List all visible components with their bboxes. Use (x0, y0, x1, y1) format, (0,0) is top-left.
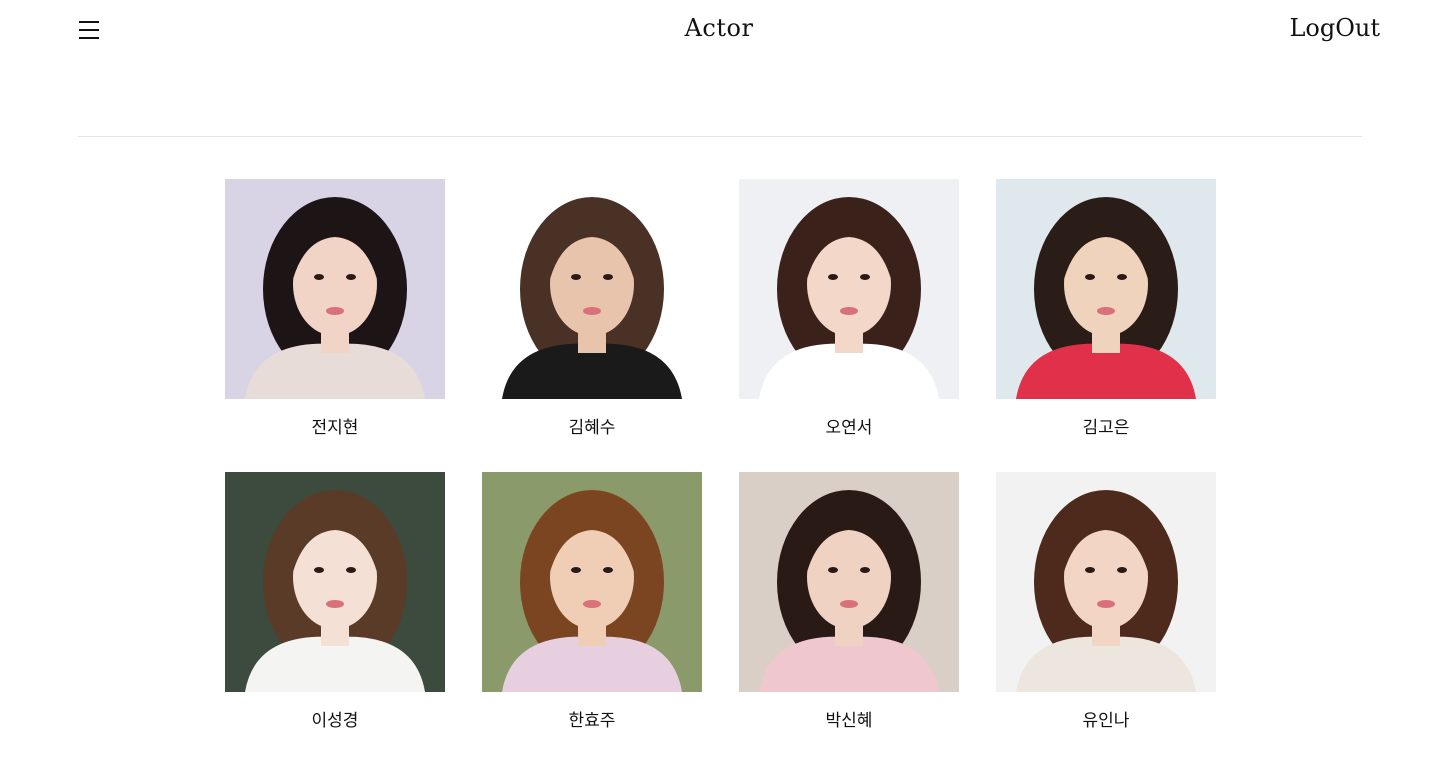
actor-photo[interactable] (739, 179, 959, 399)
eye-shape (603, 567, 613, 573)
eye-shape (828, 274, 838, 280)
actor-card[interactable]: 이성경 (225, 472, 445, 734)
lips-shape (840, 600, 858, 608)
lips-shape (1097, 600, 1115, 608)
actor-page: Actor LogOut 전지현 김혜수 오연서 김고은이성경 한효주 박신혜 유인나 (0, 0, 1438, 757)
eye-shape (860, 567, 870, 573)
actor-name[interactable]: 박신혜 (739, 706, 959, 734)
actor-name[interactable]: 오연서 (739, 413, 959, 441)
actor-photo[interactable] (482, 472, 702, 692)
actor-card[interactable]: 박신혜 (739, 472, 959, 734)
actor-card[interactable]: 김혜수 (482, 179, 702, 441)
portrait-image (996, 472, 1216, 692)
eye-shape (860, 274, 870, 280)
actor-card[interactable]: 오연서 (739, 179, 959, 441)
eye-shape (1085, 274, 1095, 280)
lips-shape (1097, 307, 1115, 315)
lips-shape (326, 307, 344, 315)
actor-name[interactable]: 김고은 (996, 413, 1216, 441)
lips-shape (840, 307, 858, 315)
portrait-image (482, 179, 702, 399)
eye-shape (571, 567, 581, 573)
top-header: Actor LogOut (0, 0, 1438, 64)
lips-shape (583, 600, 601, 608)
eye-shape (314, 274, 324, 280)
eye-shape (314, 567, 324, 573)
actor-card[interactable]: 한효주 (482, 472, 702, 734)
eye-shape (1117, 274, 1127, 280)
portrait-image (225, 179, 445, 399)
actor-name[interactable]: 김혜수 (482, 413, 702, 441)
portrait-image (996, 179, 1216, 399)
actor-name[interactable]: 한효주 (482, 706, 702, 734)
actor-photo[interactable] (996, 472, 1216, 692)
lips-shape (326, 600, 344, 608)
eye-shape (346, 567, 356, 573)
actor-card[interactable]: 전지현 (225, 179, 445, 441)
portrait-image (739, 179, 959, 399)
actor-card[interactable]: 김고은 (996, 179, 1216, 441)
actor-photo[interactable] (996, 179, 1216, 399)
logout-link[interactable]: LogOut (1289, 14, 1380, 42)
actor-photo[interactable] (225, 179, 445, 399)
eye-shape (1117, 567, 1127, 573)
eye-shape (828, 567, 838, 573)
actor-name[interactable]: 전지현 (225, 413, 445, 441)
actor-name[interactable]: 이성경 (225, 706, 445, 734)
actor-name[interactable]: 유인나 (996, 706, 1216, 734)
lips-shape (583, 307, 601, 315)
eye-shape (571, 274, 581, 280)
actor-photo[interactable] (225, 472, 445, 692)
eye-shape (1085, 567, 1095, 573)
actor-photo[interactable] (739, 472, 959, 692)
portrait-image (739, 472, 959, 692)
actor-grid: 전지현 김혜수 오연서 김고은이성경 한효주 박신혜 유인나 (225, 179, 1216, 734)
eye-shape (603, 274, 613, 280)
actor-card[interactable]: 유인나 (996, 472, 1216, 734)
header-divider (78, 136, 1362, 137)
actor-photo[interactable] (482, 179, 702, 399)
portrait-image (482, 472, 702, 692)
page-title: Actor (684, 14, 754, 42)
eye-shape (346, 274, 356, 280)
portrait-image (225, 472, 445, 692)
